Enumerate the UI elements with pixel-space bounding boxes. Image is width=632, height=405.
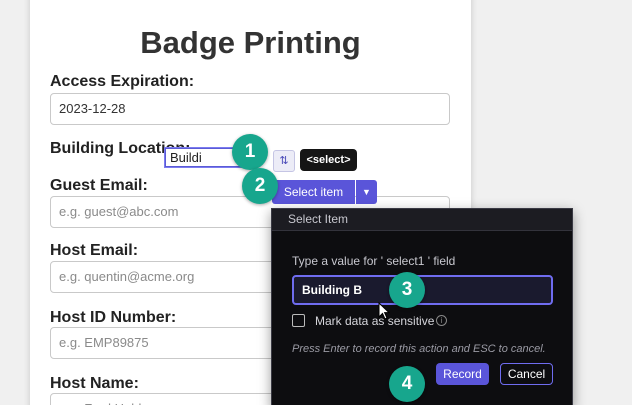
- host-email-label: Host Email:: [50, 242, 139, 259]
- sensitive-label: Mark data as sensitive: [315, 314, 435, 328]
- dialog-hint: Press Enter to record this action and ES…: [292, 343, 546, 355]
- host-id-label: Host ID Number:: [50, 309, 177, 326]
- guest-email-label: Guest Email:: [50, 177, 148, 194]
- info-icon: i: [436, 315, 447, 326]
- pick-element-button[interactable]: ⇅: [273, 150, 295, 172]
- step-marker-4: 4: [389, 366, 425, 402]
- host-name-label: Host Name:: [50, 375, 139, 392]
- access-expiration-input[interactable]: 2023-12-28: [50, 93, 450, 125]
- sort-icon: ⇅: [279, 155, 289, 167]
- page-title: Badge Printing: [140, 25, 361, 60]
- access-expiration-label: Access Expiration:: [50, 73, 195, 90]
- cancel-button[interactable]: Cancel: [500, 363, 553, 385]
- select-item-button[interactable]: Select item: [272, 180, 355, 204]
- sensitive-checkbox[interactable]: [292, 314, 305, 327]
- mouse-cursor-icon: [378, 302, 390, 320]
- select-item-dropdown-button[interactable]: ▼: [356, 180, 377, 204]
- element-tag-tooltip: <select>: [300, 149, 357, 171]
- step-marker-1: 1: [232, 134, 268, 170]
- step-marker-2: 2: [242, 168, 278, 204]
- dialog-prompt: Type a value for ' select1 ' field: [292, 254, 456, 268]
- step-marker-3: 3: [389, 272, 425, 308]
- dialog-title: Select Item: [272, 209, 572, 231]
- record-button[interactable]: Record: [436, 363, 489, 385]
- chevron-down-icon: ▼: [362, 187, 371, 197]
